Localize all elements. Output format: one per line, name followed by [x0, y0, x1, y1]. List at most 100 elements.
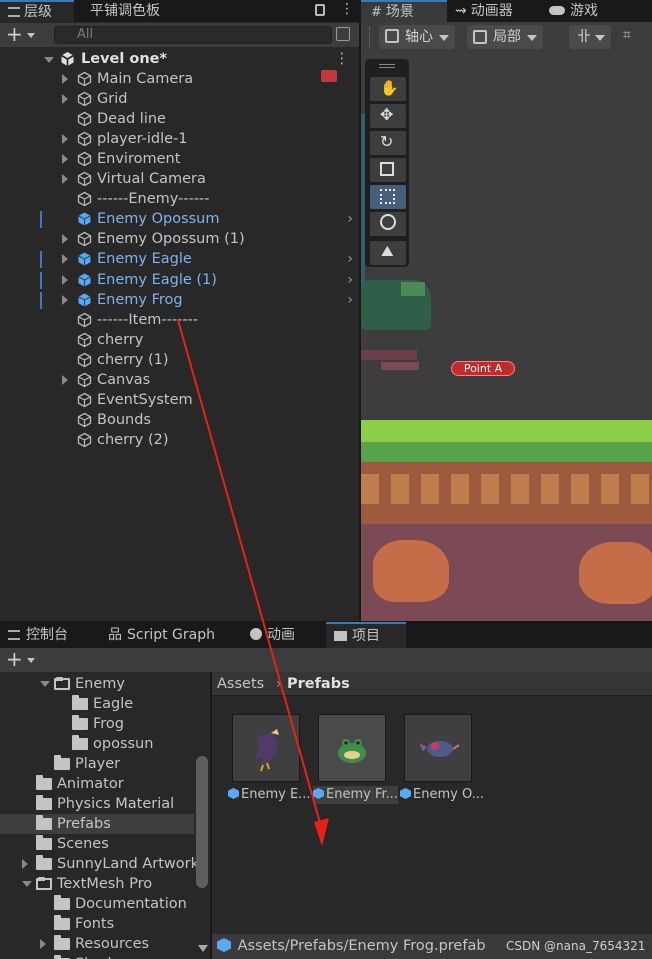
gameobject-cube-icon [77, 71, 92, 87]
tab-game[interactable]: 游戏 [549, 0, 598, 22]
rect-tool-button[interactable] [370, 185, 406, 209]
grid-snap-icon[interactable]: ⌗ [623, 27, 645, 47]
folder-tree-item[interactable]: Resources [0, 934, 194, 954]
collapse-arrow-icon[interactable] [40, 681, 50, 687]
search-options-icon[interactable] [336, 27, 350, 41]
tab-animation[interactable]: 动画 [250, 622, 295, 648]
prefab-override-marker [40, 271, 42, 289]
folder-tree-item[interactable]: Prefabs [0, 814, 194, 834]
hierarchy-item[interactable]: ------Item------- [0, 310, 359, 330]
tab-tile-palette[interactable]: 平铺调色板 [82, 0, 168, 22]
expand-arrow-icon[interactable] [62, 234, 68, 245]
hierarchy-item[interactable]: player-idle-1 [0, 129, 359, 149]
rotate-tool-button[interactable]: ↻ [370, 131, 406, 155]
folder-icon [72, 695, 88, 710]
scene-viewport[interactable]: Point A ✋ ✥ ↻ ⛰ [361, 54, 652, 621]
open-prefab-chevron-icon[interactable]: › [347, 209, 353, 229]
hierarchy-item[interactable]: cherry (1) [0, 350, 359, 370]
folder-tree-item[interactable]: opossun [0, 734, 194, 754]
hierarchy-item[interactable]: ------Enemy------ [0, 189, 359, 209]
move-tool-button[interactable]: ✥ [370, 104, 406, 128]
tab-scene[interactable]: # 场景 [361, 0, 447, 22]
expand-arrow-icon[interactable] [62, 274, 68, 285]
hierarchy-item[interactable]: Dead line [0, 109, 359, 129]
scroll-down-icon[interactable] [198, 945, 208, 952]
expand-arrow-icon[interactable] [62, 174, 68, 185]
tab-tile-palette-label: 平铺调色板 [90, 3, 160, 19]
hierarchy-item[interactable]: Virtual Camera [0, 169, 359, 189]
tab-console[interactable]: 控制台 [8, 622, 68, 648]
expand-arrow-icon[interactable] [44, 57, 54, 63]
expand-arrow-icon[interactable] [62, 374, 68, 385]
folder-tree-item[interactable]: TextMesh Pro [0, 874, 194, 894]
asset-thumbnail-opossum[interactable] [404, 714, 472, 782]
expand-arrow-icon[interactable] [22, 859, 28, 869]
tab-animator[interactable]: ⇝ 动画器 [455, 0, 513, 22]
hierarchy-item[interactable]: cherry [0, 330, 359, 350]
space-dropdown[interactable]: 局部 [467, 25, 543, 49]
folder-tree-item[interactable]: Shaders [0, 954, 194, 959]
scene-menu-icon[interactable]: ⋮ [335, 49, 350, 69]
folder-icon [36, 855, 52, 870]
folder-tree-item[interactable]: Frog [0, 714, 194, 734]
expand-arrow-icon[interactable] [62, 294, 68, 305]
hierarchy-item[interactable]: Grid [0, 89, 359, 109]
hierarchy-item[interactable]: Canvas [0, 370, 359, 390]
folder-tree-item[interactable]: Animator [0, 774, 194, 794]
search-input[interactable]: All [54, 26, 332, 44]
open-prefab-chevron-icon[interactable]: › [347, 290, 353, 310]
folder-tree-item[interactable]: SunnyLand Artwork [0, 854, 199, 874]
breadcrumb-current[interactable]: Prefabs [287, 672, 350, 696]
hierarchy-item[interactable]: Enviroment [0, 149, 359, 169]
lock-icon[interactable] [315, 4, 325, 16]
expand-arrow-icon[interactable] [62, 74, 68, 84]
asset-thumbnail-frog[interactable] [318, 714, 386, 782]
tree-scrollbar[interactable] [196, 756, 208, 888]
folder-tree-item[interactable]: Fonts [0, 914, 194, 934]
tab-hierarchy[interactable]: 层级 [0, 0, 74, 22]
hand-tool-button[interactable]: ✋ [370, 77, 406, 101]
expand-arrow-icon[interactable] [62, 134, 68, 145]
add-button[interactable]: + [6, 23, 35, 45]
folder-tree-item[interactable]: Player [0, 754, 194, 774]
breadcrumb-root[interactable]: Assets [217, 672, 264, 696]
collapse-arrow-icon[interactable] [22, 881, 32, 887]
hierarchy-item[interactable]: Enemy Eagle › [0, 249, 359, 269]
transform-tool-button[interactable] [370, 212, 406, 236]
folder-tree-item[interactable]: Documentation [0, 894, 194, 914]
folder-open-icon [54, 677, 70, 690]
folder-tree-item[interactable]: Enemy [0, 674, 194, 694]
open-prefab-chevron-icon[interactable]: › [347, 249, 353, 269]
folder-tree-item[interactable]: Scenes [0, 834, 194, 854]
expand-arrow-icon[interactable] [62, 254, 68, 265]
hierarchy-item[interactable]: cherry (2) [0, 430, 359, 450]
hierarchy-item[interactable]: Enemy Frog › [0, 290, 359, 310]
tab-script-graph[interactable]: 品 Script Graph [108, 622, 215, 648]
snap-dropdown[interactable]: 卝 [569, 25, 611, 49]
asset-label-frog[interactable]: Enemy Fr... [313, 786, 399, 804]
create-button[interactable]: + [6, 648, 35, 670]
point-a-marker[interactable]: Point A [451, 361, 515, 376]
hierarchy-item[interactable]: Enemy Eagle (1) › [0, 270, 359, 290]
open-prefab-chevron-icon[interactable]: › [347, 270, 353, 290]
pivot-dropdown[interactable]: 轴心 [379, 25, 455, 49]
asset-thumbnail-eagle[interactable] [232, 714, 300, 782]
hierarchy-item[interactable]: Enemy Opossum › [0, 209, 359, 229]
hierarchy-item[interactable]: Main Camera [0, 69, 359, 89]
scale-tool-button[interactable] [370, 158, 406, 182]
hierarchy-item[interactable]: Enemy Opossum (1) [0, 229, 359, 249]
expand-arrow-icon[interactable] [62, 154, 68, 165]
more-options-icon[interactable]: ⋮ [340, 1, 354, 17]
folder-tree-item[interactable]: Physics Material [0, 794, 194, 814]
custom-tool-button[interactable]: ⛰ [370, 241, 406, 265]
hierarchy-item[interactable]: Bounds [0, 410, 359, 430]
expand-arrow-icon[interactable] [62, 94, 68, 105]
animator-icon: ⇝ [455, 3, 467, 19]
expand-arrow-icon[interactable] [40, 939, 46, 949]
scene-root-row[interactable]: Level one* ⋮ [0, 49, 359, 69]
asset-label-opossum[interactable]: Enemy O... [400, 786, 484, 804]
tab-project[interactable]: 项目 [326, 622, 406, 648]
hierarchy-item[interactable]: EventSystem [0, 390, 359, 410]
asset-label-eagle[interactable]: Enemy E... [228, 786, 311, 804]
folder-tree-item[interactable]: Eagle [0, 694, 194, 714]
